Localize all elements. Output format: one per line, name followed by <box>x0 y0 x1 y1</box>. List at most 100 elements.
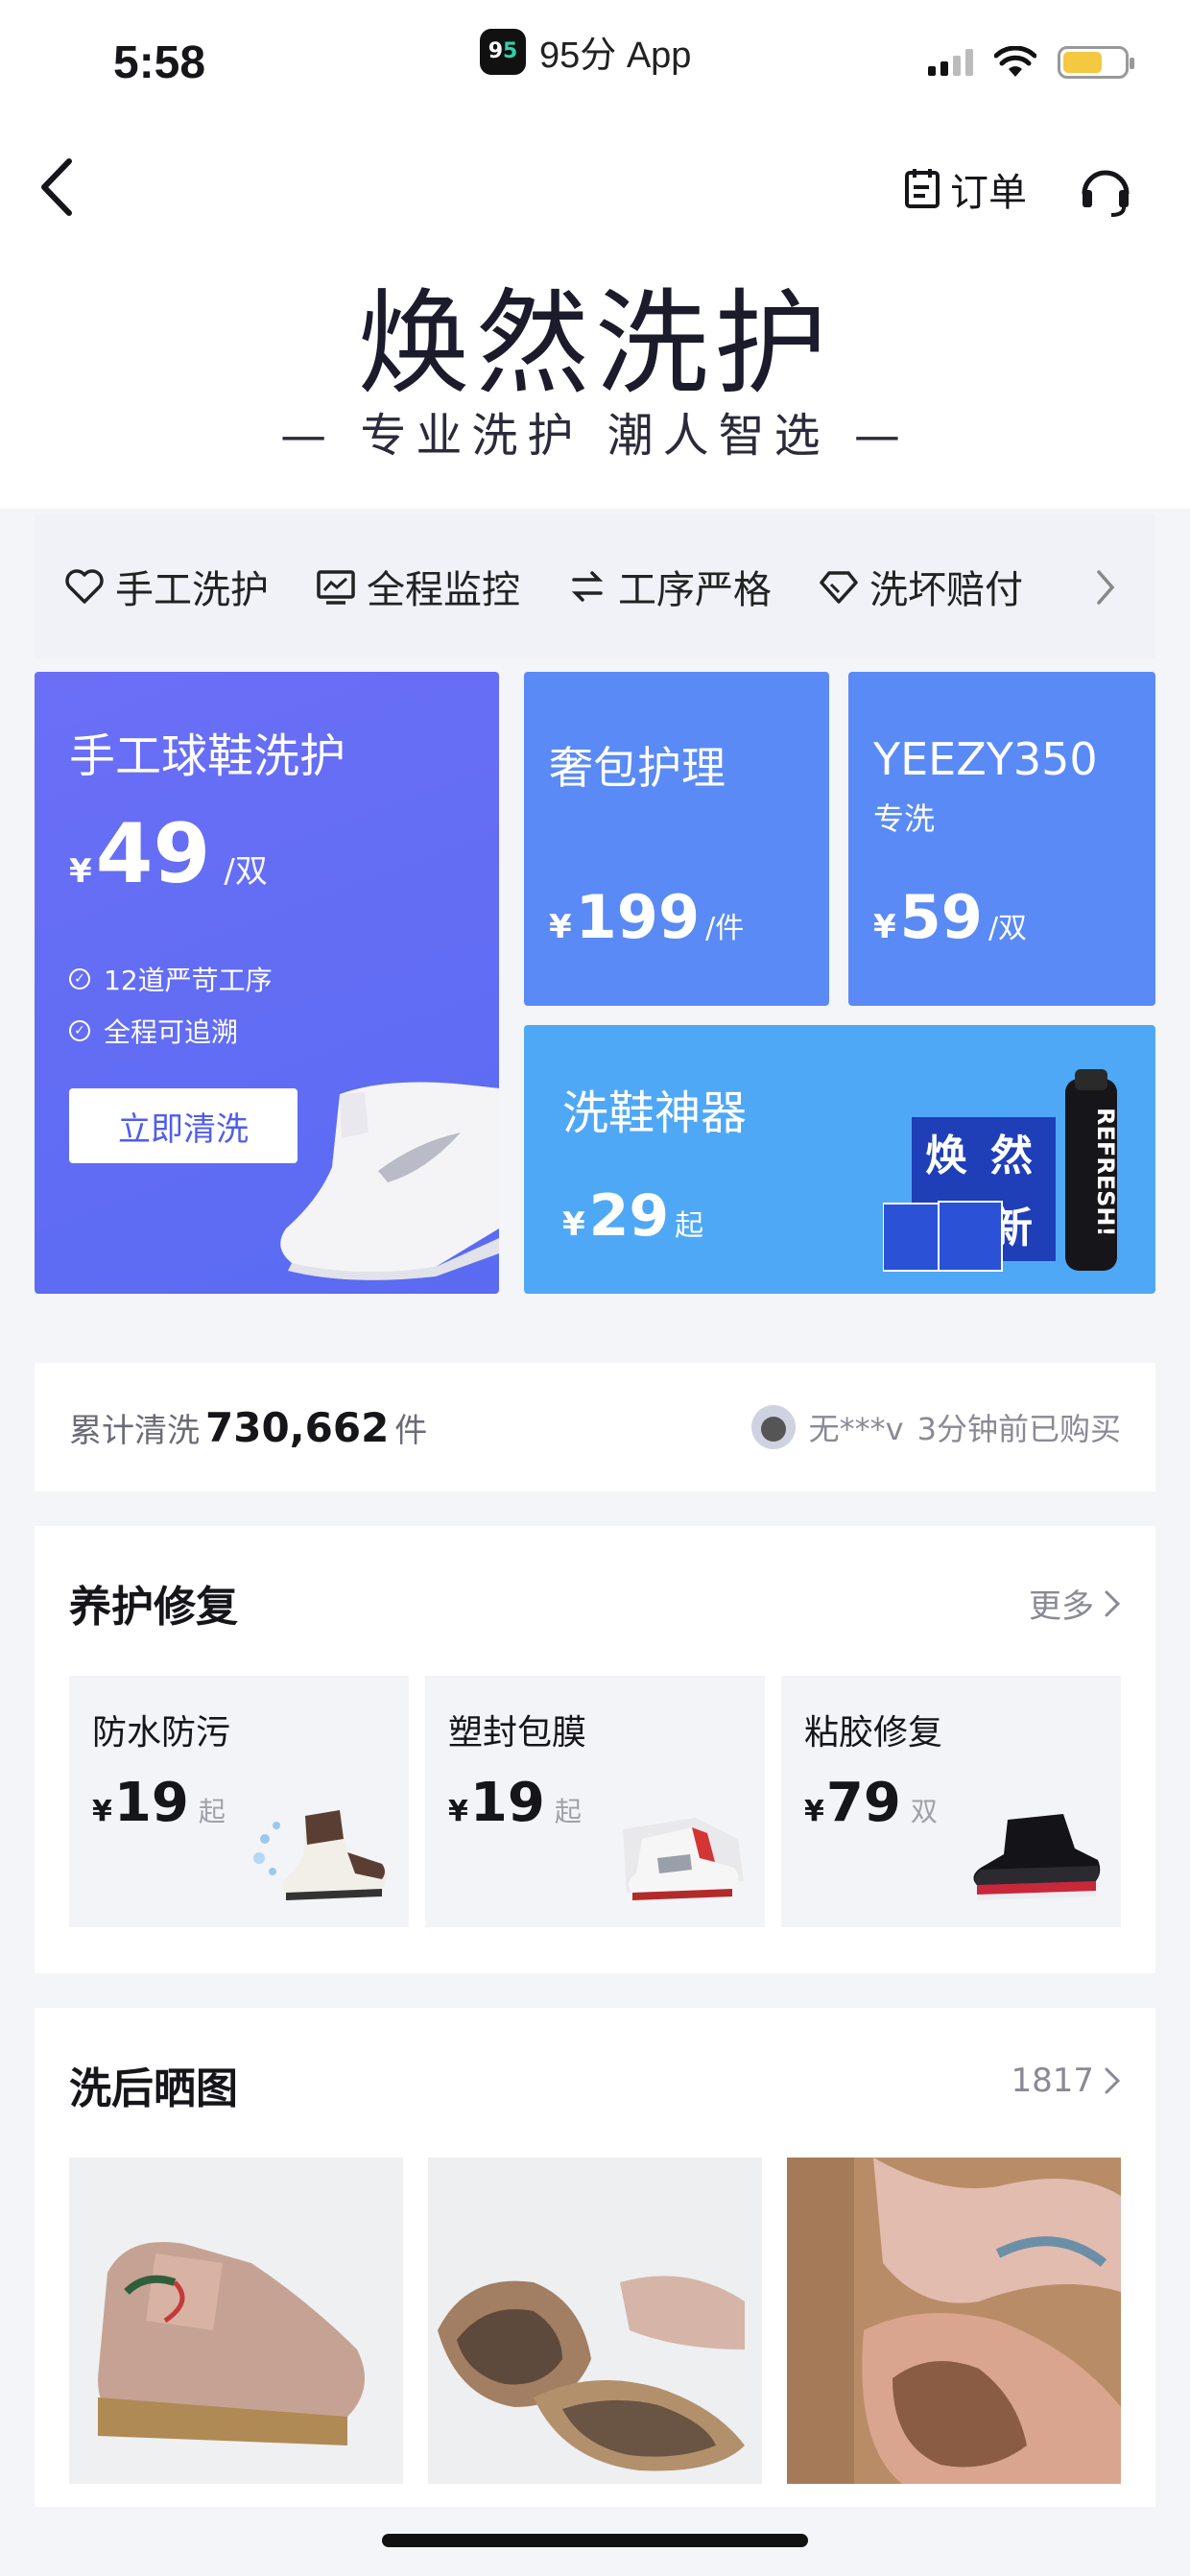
bag-care-title: 奢包护理 <box>549 742 726 794</box>
home-indicator[interactable] <box>382 2534 808 2547</box>
swap-arrows-icon <box>571 571 604 602</box>
pink-sneaker-box-photo <box>787 2158 1121 2484</box>
order-list-icon <box>905 169 940 208</box>
price-value: 19 <box>469 1772 545 1834</box>
bag-care-card[interactable]: 奢包护理 ¥ 199 /件 <box>524 672 829 1006</box>
more-label: 更多 <box>1029 1587 1094 1626</box>
status-app-label: 95分 App <box>539 36 692 76</box>
product-box-text: 然 <box>990 1132 1033 1181</box>
headset-icon[interactable] <box>1077 161 1134 219</box>
price-unit: 起 <box>675 1209 704 1243</box>
perk-label: 12道严苛工序 <box>104 965 273 996</box>
app-logo-text-b: 5 <box>503 39 518 63</box>
yeezy-wash-card[interactable]: YEEZY350 专洗 ¥ 59 /双 <box>848 672 1155 1006</box>
feature-item: 手工洗护 <box>63 559 269 614</box>
care-item-title: 防水防污 <box>92 1713 231 1753</box>
sneaker-wash-card[interactable]: 手工球鞋洗护 ¥ 49 /双 ✓ 12道严苛工序 ✓ 全程可追溯 立即清洗 <box>35 672 499 1294</box>
pink-sneaker-sole-photo <box>428 2158 762 2484</box>
currency-symbol: ¥ <box>92 1795 112 1828</box>
white-sneaker-image <box>280 1082 499 1280</box>
status-right <box>928 46 1134 79</box>
care-item-title: 粘胶修复 <box>804 1713 943 1753</box>
price-unit: /件 <box>705 912 745 945</box>
check-circle-icon: ✓ <box>69 968 90 990</box>
diamond-icon <box>820 571 858 604</box>
customer-photo[interactable] <box>428 2158 762 2484</box>
black-sneaker-image <box>973 1814 1101 1900</box>
stats-count: 730,662 <box>205 1403 390 1451</box>
heart-hand-icon <box>65 569 104 604</box>
brand-title: 焕然洗护 <box>356 277 833 410</box>
cleaning-kit-title: 洗鞋神器 <box>562 1086 748 1140</box>
cleaning-kit-product-image: 焕 然 新 REFRESH! <box>883 1069 1119 1272</box>
product-can-text: REFRESH! <box>1092 1108 1119 1236</box>
care-repair-section: 养护修复 更多 防水防污 ¥ 19 起 塑封包膜 ¥ 19 起 粘胶修复 ¥ 7… <box>35 1526 1155 1973</box>
feature-item: 全程监控 <box>315 559 520 614</box>
cellular-signal-icon <box>928 49 973 76</box>
price-value: 79 <box>825 1772 901 1834</box>
more-button[interactable]: 更多 <box>1029 1580 1121 1627</box>
stats-label: 累计清洗 <box>69 1411 200 1450</box>
app-logo-text-a: 9 <box>488 39 503 63</box>
perk-item: ✓ 12道严苛工序 <box>69 960 273 998</box>
sneaker-wash-title: 手工球鞋洗护 <box>69 729 346 783</box>
brand-slogan: — 专业洗护 潮人智选 — <box>280 409 910 463</box>
currency-symbol: ¥ <box>69 852 92 891</box>
wash-stats-bar: 累计清洗 730,662 件 无***v 3分钟前已购买 <box>35 1363 1155 1491</box>
wifi-icon <box>994 46 1036 77</box>
status-app-indicator: 95 95分 App <box>480 25 691 78</box>
feature-label: 手工洗护 <box>115 568 269 612</box>
customer-photo[interactable] <box>69 2158 403 2484</box>
monitor-chart-icon <box>317 570 355 605</box>
price-unit: /双 <box>224 852 268 891</box>
yeezy-wash-subtitle: 专洗 <box>873 800 936 837</box>
customer-photo[interactable] <box>787 2158 1121 2484</box>
photos-count-button[interactable]: 1817 <box>1011 2062 1121 2100</box>
features-bar[interactable]: 手工洗护 全程监控 工序严格 洗坏赔付 <box>35 514 1155 658</box>
perk-item: ✓ 全程可追溯 <box>69 1012 238 1050</box>
section-title: 洗后晒图 <box>69 2064 238 2113</box>
price-value: 19 <box>113 1772 189 1834</box>
avatar <box>750 1405 796 1449</box>
yeezy-wash-price: ¥ 59 /双 <box>873 882 1027 952</box>
recent-text: 3分钟前已购买 <box>916 1411 1121 1447</box>
chevron-right-icon[interactable] <box>1094 568 1117 607</box>
waterproof-sneaker-image <box>253 1810 387 1900</box>
care-item-wrap[interactable]: 塑封包膜 ¥ 19 起 <box>425 1676 765 1927</box>
care-item-waterproof[interactable]: 防水防污 ¥ 19 起 <box>69 1676 409 1927</box>
price-unit: 双 <box>910 1796 938 1827</box>
price-value: 59 <box>899 882 983 952</box>
currency-symbol: ¥ <box>873 908 896 946</box>
recent-user: 无***v <box>808 1411 904 1447</box>
section-title: 养护修复 <box>69 1583 238 1632</box>
wash-now-button[interactable]: 立即清洗 <box>69 1088 298 1163</box>
yeezy-wash-title: YEEZY350 <box>873 733 1098 785</box>
chevron-left-icon[interactable] <box>35 154 83 221</box>
price-unit: 起 <box>198 1796 226 1827</box>
perk-label: 全程可追溯 <box>104 1016 239 1048</box>
care-item-glue-repair[interactable]: 粘胶修复 ¥ 79 双 <box>781 1676 1121 1927</box>
status-bar: 5:58 95 95分 App <box>0 0 1190 115</box>
feature-label: 工序严格 <box>618 568 772 612</box>
currency-symbol: ¥ <box>448 1795 468 1828</box>
app-logo-icon: 95 <box>480 28 526 75</box>
check-circle-icon: ✓ <box>69 1020 90 1041</box>
stats-unit: 件 <box>394 1411 428 1450</box>
sneaker-wash-price: ¥ 49 /双 <box>69 806 268 902</box>
currency-symbol: ¥ <box>549 908 572 946</box>
currency-symbol: ¥ <box>804 1795 824 1828</box>
price-value: 29 <box>588 1182 670 1250</box>
battery-icon <box>1058 46 1134 79</box>
chevron-right-icon <box>1105 2067 1121 2094</box>
pink-sneaker-photo <box>69 2158 403 2484</box>
after-wash-photos-section: 洗后晒图 1817 <box>35 2008 1155 2507</box>
cleaning-kit-card[interactable]: 洗鞋神器 ¥ 29 起 焕 然 新 REFRESH! <box>524 1025 1155 1294</box>
feature-item: 洗坏赔付 <box>818 559 1023 614</box>
care-item-price: ¥ 79 双 <box>804 1772 938 1834</box>
photos-count: 1817 <box>1011 2062 1094 2100</box>
wrapped-sneaker-image <box>623 1818 744 1900</box>
orders-button[interactable]: 订单 <box>902 161 1027 217</box>
battery-level <box>1063 52 1103 73</box>
price-unit: /双 <box>988 912 1028 945</box>
feature-label: 全程监控 <box>367 568 520 612</box>
